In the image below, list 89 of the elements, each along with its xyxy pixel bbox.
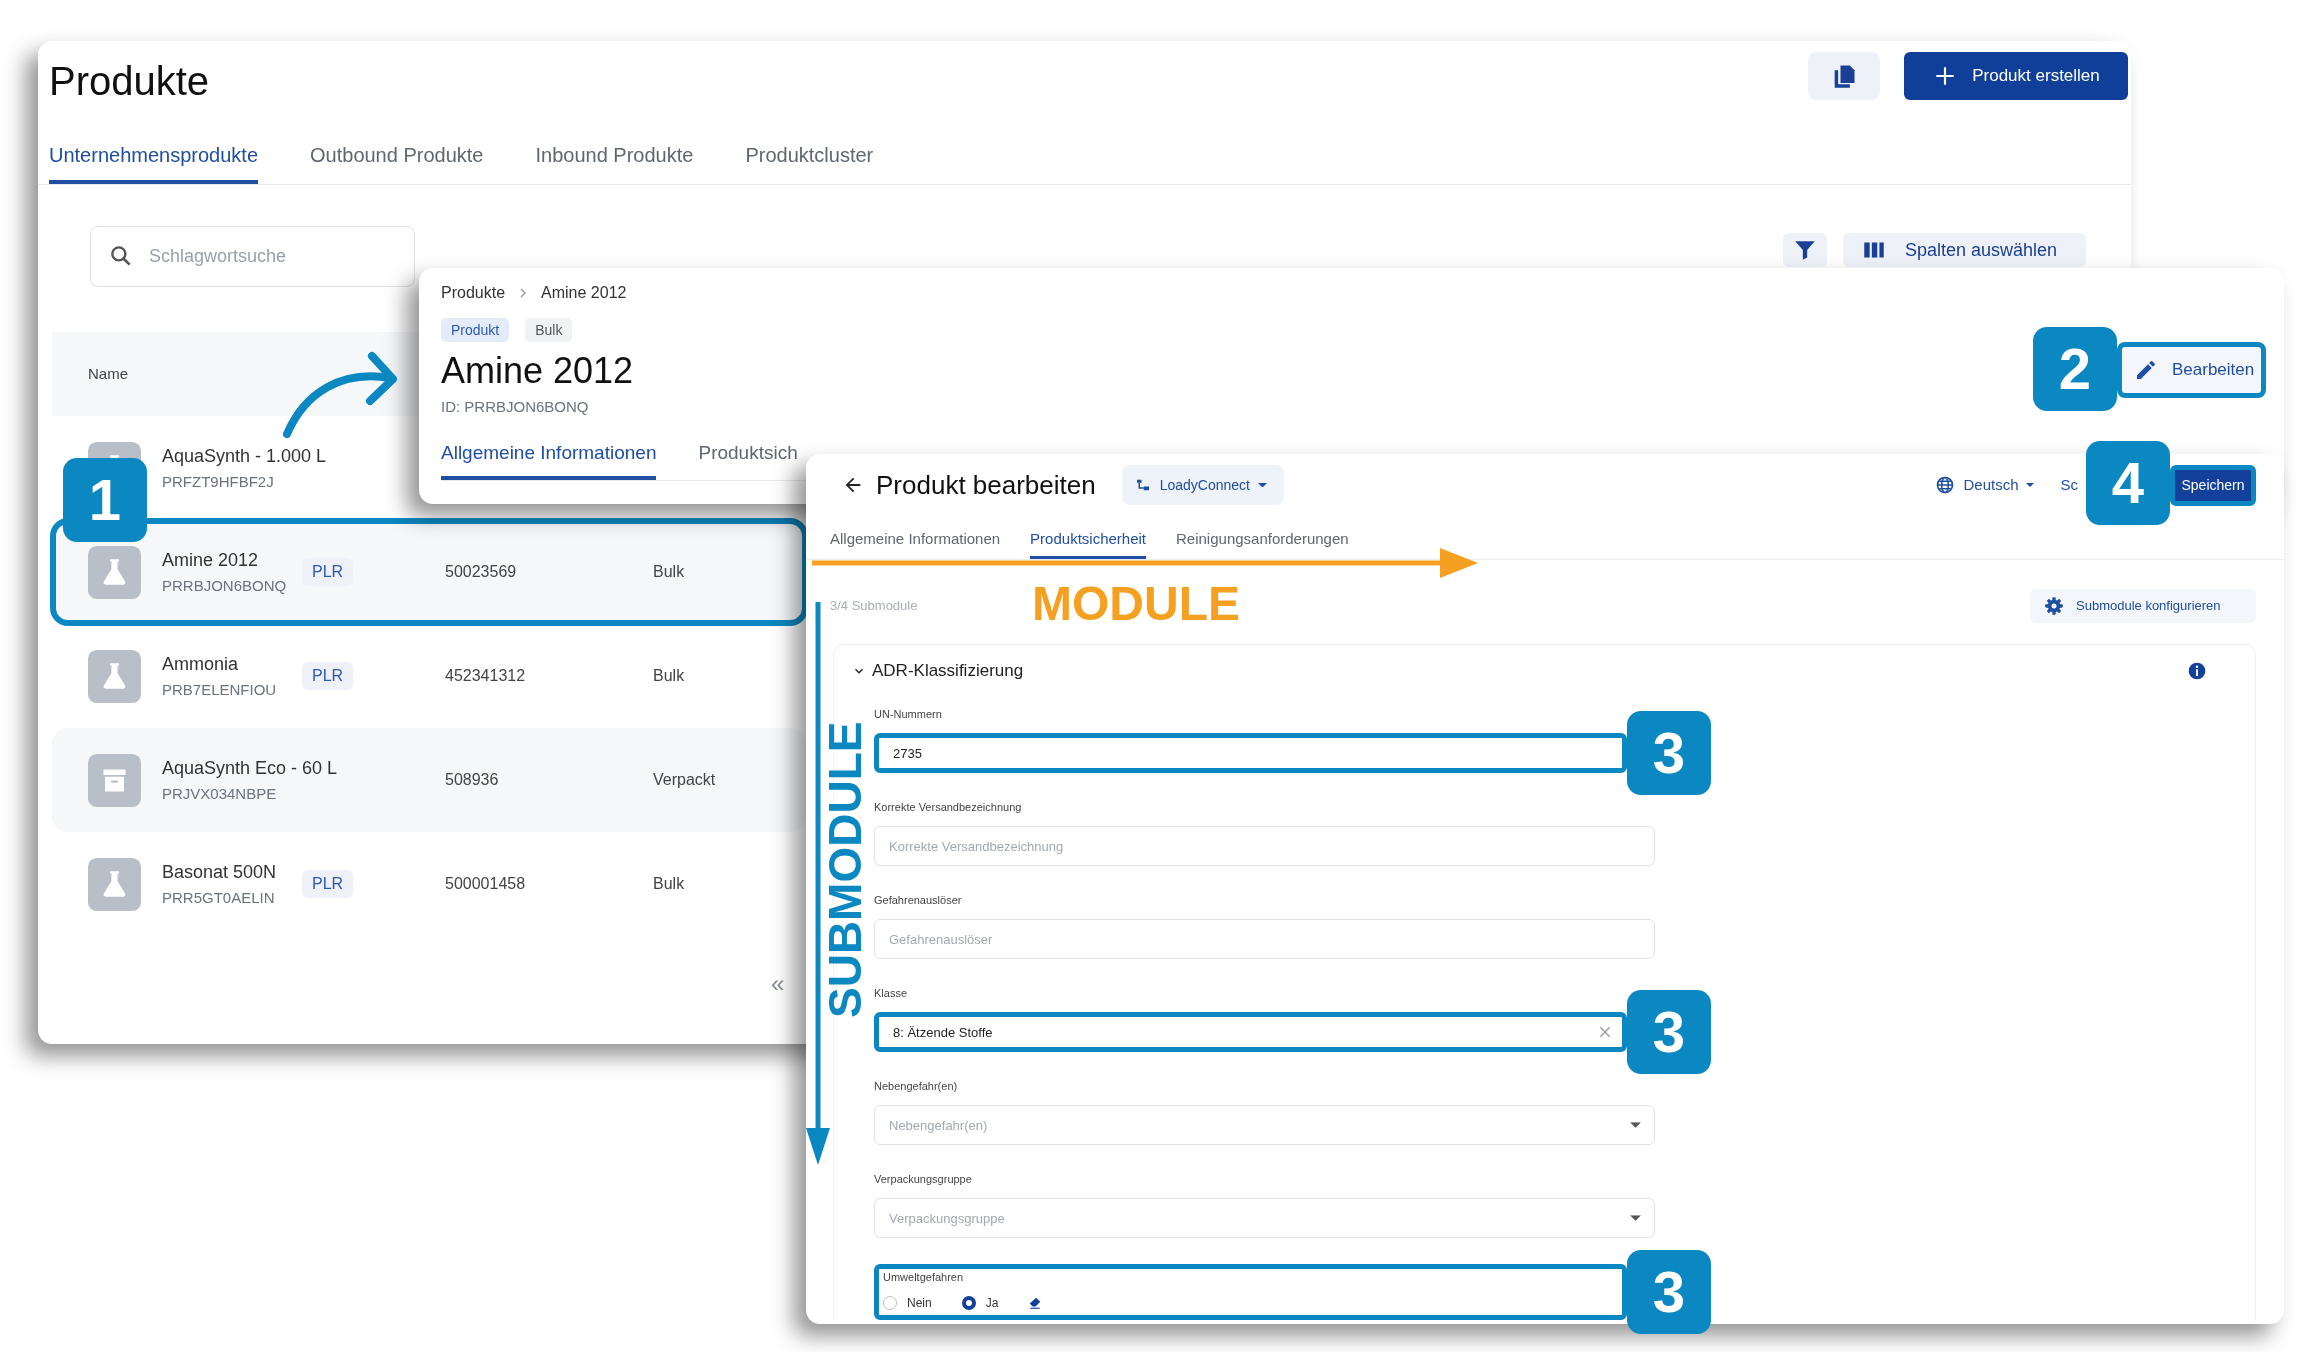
eraser-icon[interactable] bbox=[1028, 1296, 1043, 1310]
packaging-type: Bulk bbox=[653, 666, 685, 686]
article-number: 452341312 bbox=[445, 666, 527, 686]
step-marker: 2 bbox=[2033, 327, 2117, 411]
radio-option[interactable]: Nein bbox=[883, 1294, 932, 1312]
product-name: Amine 2012 bbox=[162, 549, 260, 572]
cancel-button[interactable]: Sc bbox=[2060, 473, 2078, 497]
step-marker: 4 bbox=[2086, 440, 2170, 525]
annotation-label: SUBMODULE bbox=[823, 722, 867, 1018]
product-name: AquaSynth Eco - 60 L bbox=[162, 757, 339, 780]
radio-option[interactable]: Ja bbox=[961, 1294, 999, 1312]
select-field[interactable]: 8: Ätzende Stoffe bbox=[874, 1012, 1627, 1052]
product-name: Basonat 500N bbox=[162, 861, 278, 884]
step-marker: 3 bbox=[1627, 711, 1711, 795]
field-label: Korrekte Versandbezeichnung bbox=[874, 800, 1023, 815]
flask-icon bbox=[88, 649, 141, 703]
globe-icon bbox=[1935, 475, 1956, 495]
product-name: AquaSynth - 1.000 L bbox=[162, 445, 328, 468]
copy-button[interactable] bbox=[1808, 52, 1880, 100]
article-number: 500001458 bbox=[445, 874, 527, 894]
field-label: Nebengefahr(en) bbox=[874, 1079, 959, 1094]
step-marker: 1 bbox=[63, 458, 147, 542]
breadcrumb-link[interactable]: Produkte bbox=[441, 281, 506, 305]
pencil-icon bbox=[2134, 358, 2158, 382]
product-name: Ammonia bbox=[162, 653, 240, 676]
tab[interactable]: Produktcluster bbox=[745, 121, 874, 184]
field-label: UN-Nummern bbox=[874, 707, 943, 722]
page-title: Produkte bbox=[49, 58, 210, 105]
product-tag: PLR bbox=[302, 558, 354, 586]
caret-icon bbox=[1258, 482, 1267, 488]
tab[interactable]: Allgemeine Informationen bbox=[441, 431, 657, 480]
table-row[interactable]: Amine 2012 PRRBJON6BONQ PLR 50023569 Bulk bbox=[52, 520, 806, 624]
product-tag: PLR bbox=[302, 870, 354, 898]
tab[interactable]: Produktsicherheit bbox=[1030, 516, 1146, 559]
product-tag: PLR bbox=[302, 662, 354, 690]
packaging-type: Verpackt bbox=[653, 770, 716, 790]
caret-icon bbox=[2026, 483, 2035, 487]
box-icon bbox=[88, 753, 141, 807]
product-code: PRJVX034NBPE bbox=[162, 784, 278, 804]
search-field[interactable]: Schlagwortsuche bbox=[90, 225, 415, 287]
product-tag: Bulk bbox=[525, 318, 573, 342]
edit-button[interactable]: Bearbeiten bbox=[2117, 342, 2266, 398]
product-code: PRB7ELENFIOU bbox=[162, 680, 278, 700]
input-field[interactable]: Korrekte Versandbezeichnung bbox=[874, 826, 1655, 866]
step-marker: 3 bbox=[1627, 1250, 1711, 1334]
settings-icon bbox=[2044, 596, 2064, 616]
input-field[interactable]: Gefahrenauslöser bbox=[874, 919, 1655, 959]
packaging-type: Bulk bbox=[653, 562, 685, 582]
breadcrumb-current: Amine 2012 bbox=[541, 283, 627, 303]
tab[interactable]: Outbound Produkte bbox=[310, 121, 484, 184]
product-code: PRRBJON6BONQ bbox=[162, 576, 288, 596]
field-label: Klasse bbox=[874, 986, 909, 1001]
language-dropdown[interactable]: Deutsch bbox=[1935, 473, 2035, 497]
column-header: Name bbox=[88, 363, 128, 384]
section-title: ADR-Klassifizierung bbox=[872, 660, 1024, 683]
product-id: ID: PRRBJON6BONQ bbox=[441, 397, 589, 417]
tab[interactable]: Allgemeine Informationen bbox=[830, 516, 1001, 559]
input-field[interactable]: 2735 bbox=[874, 733, 1627, 773]
field-label: Gefahrenauslöser bbox=[874, 893, 963, 908]
clear-icon[interactable] bbox=[1597, 1024, 1613, 1040]
product-code: PRFZT9HFBF2J bbox=[162, 472, 275, 492]
tab[interactable]: Reinigungsanforderungen bbox=[1176, 516, 1349, 559]
submodule-count: 3/4 Submodule bbox=[830, 597, 918, 616]
product-tag: Produkt bbox=[441, 318, 510, 342]
article-number: 508936 bbox=[445, 770, 500, 790]
select-field[interactable]: Nebengefahr(en) bbox=[874, 1105, 1655, 1145]
article-number: 50023569 bbox=[445, 562, 518, 582]
step-marker: 3 bbox=[1627, 990, 1711, 1074]
flask-icon bbox=[88, 545, 141, 599]
select-field[interactable]: Verpackungsgruppe bbox=[874, 1198, 1655, 1238]
flask-icon bbox=[88, 857, 141, 911]
packaging-type: Bulk bbox=[653, 874, 685, 894]
columns-button[interactable]: Spalten auswählen bbox=[1843, 233, 2086, 267]
table-row[interactable]: AquaSynth Eco - 60 L PRJVX034NBPE 508936 Verpackt bbox=[52, 728, 806, 832]
info-icon bbox=[2187, 661, 2207, 681]
field-label: Verpackungsgruppe bbox=[874, 1172, 973, 1187]
tab[interactable]: Produktsich bbox=[698, 431, 798, 480]
product-title: Amine 2012 bbox=[441, 350, 634, 392]
product-code: PRR5GT0AELIN bbox=[162, 888, 276, 908]
company-dropdown[interactable]: LoadyConnect bbox=[1121, 465, 1284, 505]
create-button[interactable]: Produkt erstellen bbox=[1904, 52, 2128, 100]
configure-button[interactable]: Submodule konfigurieren bbox=[2030, 589, 2256, 623]
tab[interactable]: Inbound Produkte bbox=[535, 121, 694, 184]
tab[interactable]: Unternehmensprodukte bbox=[49, 121, 258, 184]
field-label: Umweltgefahren bbox=[883, 1270, 965, 1285]
dialog-title: Produkt bearbeiten bbox=[876, 468, 1096, 502]
annotation-label: MODULE bbox=[1032, 576, 1240, 632]
filter-button[interactable] bbox=[1783, 233, 1827, 267]
save-button[interactable]: Speichern bbox=[2170, 464, 2256, 506]
